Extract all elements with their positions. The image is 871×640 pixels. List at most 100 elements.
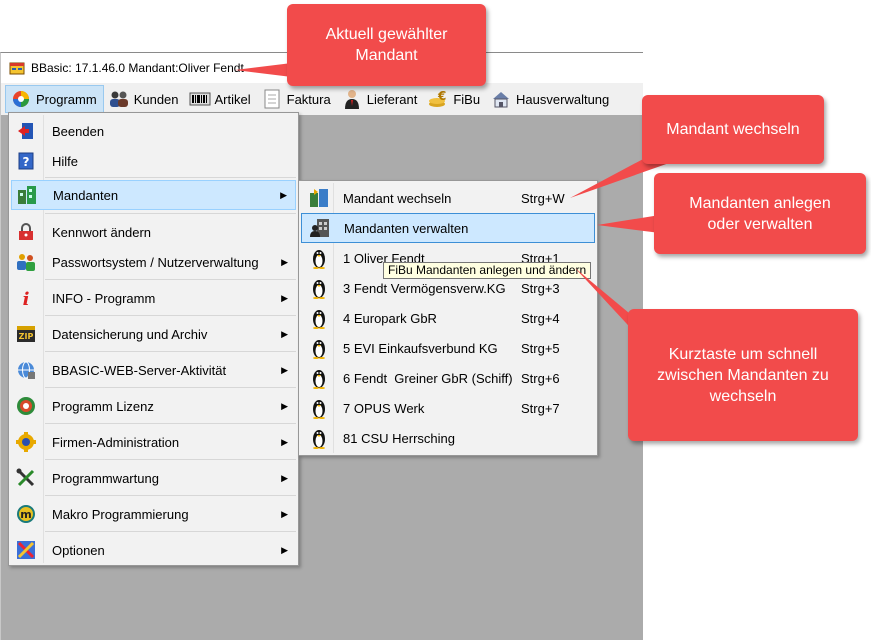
callout-text-line: Mandant (355, 47, 418, 64)
menu-item-info[interactable]: i INFO - Programm ▶ (11, 283, 296, 313)
server-icon (13, 357, 39, 383)
menu-faktura[interactable]: Faktura (257, 85, 337, 113)
callout-current-mandant: Aktuell gewählter Mandant (287, 4, 486, 86)
menu-item-optionen[interactable]: Optionen ▶ (11, 535, 296, 565)
menu-item-firmen-admin[interactable]: Firmen-Administration ▶ (11, 427, 296, 457)
macro-icon: m (13, 501, 39, 527)
submenu-item-mandant-4-label: 4 Europark GbR (343, 310, 437, 326)
menu-kunden-label: Kunden (133, 91, 179, 107)
menu-separator (45, 459, 296, 460)
menu-item-lizenz[interactable]: Programm Lizenz ▶ (11, 391, 296, 421)
callout-text-line: zwischen Mandanten zu (657, 366, 829, 384)
help-icon: ? (13, 148, 39, 174)
callout-text-line: wechseln (709, 387, 777, 405)
menu-item-beenden[interactable]: Beenden (11, 116, 296, 146)
submenu-arrow-icon: ▶ (280, 189, 287, 200)
menu-item-datensicherung[interactable]: ZIP Datensicherung und Archiv ▶ (11, 319, 296, 349)
menu-fibu[interactable]: € FiBu (423, 85, 486, 113)
menu-item-optionen-label: Optionen (52, 542, 105, 558)
submenu-item-mandant-5[interactable]: 5 EVI Einkaufsverbund KG Strg+5 (301, 333, 595, 363)
submenu-item-mandant-81-label: 81 CSU Herrsching (343, 430, 455, 446)
submenu-arrow-icon: ▶ (281, 400, 288, 411)
submenu-arrow-icon: ▶ (281, 364, 288, 375)
menu-item-passwortsystem[interactable]: Passwortsystem / Nutzerverwaltung ▶ (11, 247, 296, 277)
callout-text-line: Mandant wechseln (666, 121, 800, 138)
shortcut-label: Strg+4 (521, 310, 560, 326)
svg-text:ZIP: ZIP (19, 332, 34, 341)
lieferant-icon (341, 88, 363, 110)
menu-lieferant[interactable]: Lieferant (337, 85, 424, 113)
shortcut-label: Strg+5 (521, 340, 560, 356)
callout-kurztaste: Kurztaste um schnell zwischen Mandanten … (628, 309, 858, 441)
artikel-icon (189, 88, 211, 110)
svg-text:€: € (437, 89, 446, 103)
menu-separator (45, 531, 296, 532)
menu-item-kennwort-label: Kennwort ändern (52, 224, 152, 240)
penguin-icon (307, 336, 331, 360)
menu-separator (45, 177, 296, 178)
submenu-item-mandant-6[interactable]: 6 Fendt Greiner GbR (Schiff) Strg+6 (301, 363, 595, 393)
menu-item-makro-label: Makro Programmierung (52, 506, 189, 522)
zip-icon: ZIP (13, 321, 39, 347)
faktura-icon (261, 88, 283, 110)
menu-faktura-label: Faktura (286, 91, 331, 107)
submenu-item-mandant-wechseln-label: Mandant wechseln (343, 190, 452, 206)
menu-item-mandanten[interactable]: Mandanten ▶ (11, 180, 296, 210)
license-icon (13, 393, 39, 419)
menu-programm-label: Programm (36, 91, 97, 107)
menu-item-beenden-label: Beenden (52, 123, 105, 139)
submenu-item-mandant-6-label: 6 Fendt Greiner GbR (Schiff) (343, 370, 513, 386)
menu-separator (45, 423, 296, 424)
submenu-item-mandanten-verwalten[interactable]: Mandanten verwalten (301, 213, 595, 243)
submenu-item-mandant-wechseln[interactable]: Mandant wechseln Strg+W (301, 183, 595, 213)
menu-programm[interactable]: Programm (5, 85, 104, 113)
company-icon (13, 429, 39, 455)
callout-text-line: Aktuell gewählter (325, 26, 448, 43)
menu-artikel[interactable]: Artikel (185, 85, 257, 113)
svg-text:m: m (20, 508, 31, 521)
menu-item-programmwartung[interactable]: Programmwartung ▶ (11, 463, 296, 493)
submenu-item-mandant-4[interactable]: 4 Europark GbR Strg+4 (301, 303, 595, 333)
menu-item-webserver[interactable]: BBASIC-WEB-Server-Aktivität ▶ (11, 355, 296, 385)
submenu-arrow-icon: ▶ (281, 292, 288, 303)
menu-separator (45, 315, 296, 316)
kunden-icon (108, 88, 130, 110)
submenu-arrow-icon: ▶ (281, 508, 288, 519)
submenu-item-mandant-7-label: 7 OPUS Werk (343, 400, 425, 416)
shortcut-label: Strg+W (521, 190, 565, 206)
menu-separator (45, 213, 296, 214)
menu-kunden[interactable]: Kunden (104, 85, 185, 113)
submenu-arrow-icon: ▶ (281, 544, 288, 555)
menu-item-firmen-admin-label: Firmen-Administration (52, 434, 180, 450)
fibu-icon: € (427, 88, 449, 110)
menu-item-hilfe[interactable]: ? Hilfe (11, 146, 296, 176)
submenu-item-mandant-5-label: 5 EVI Einkaufsverbund KG (343, 340, 498, 356)
submenu-item-mandanten-verwalten-label: Mandanten verwalten (344, 220, 469, 236)
options-icon (13, 537, 39, 563)
window-title: BBasic: 17.1.46.0 Mandant:Oliver Fendt (31, 61, 244, 75)
users-icon (13, 249, 39, 275)
penguin-icon (307, 306, 331, 330)
callout-text-line: oder verwalten (707, 215, 813, 233)
menu-item-hilfe-label: Hilfe (52, 153, 79, 169)
switch-mandant-icon (307, 186, 331, 210)
submenu-arrow-icon: ▶ (281, 328, 288, 339)
menu-fibu-label: FiBu (453, 91, 481, 107)
submenu-item-mandant-7[interactable]: 7 OPUS Werk Strg+7 (301, 393, 595, 423)
menu-hausverwaltung-label: Hausverwaltung (516, 91, 610, 107)
penguin-icon (307, 396, 331, 420)
app-window-icon (9, 62, 25, 75)
menu-hausverwaltung[interactable]: Hausverwaltung (486, 85, 615, 113)
menu-item-webserver-label: BBASIC-WEB-Server-Aktivität (52, 362, 227, 378)
menu-separator (45, 279, 296, 280)
menu-item-makro[interactable]: m Makro Programmierung ▶ (11, 499, 296, 529)
submenu-arrow-icon: ▶ (281, 436, 288, 447)
menu-separator (45, 387, 296, 388)
menu-item-kennwort[interactable]: Kennwort ändern (11, 217, 296, 247)
penguin-icon (307, 276, 331, 300)
penguin-icon (307, 426, 331, 450)
submenu-item-mandant-81[interactable]: 81 CSU Herrsching (301, 423, 595, 453)
callout-mandant-wechseln: Mandant wechseln (642, 95, 824, 164)
tools-icon (13, 465, 39, 491)
programm-icon (10, 88, 32, 110)
